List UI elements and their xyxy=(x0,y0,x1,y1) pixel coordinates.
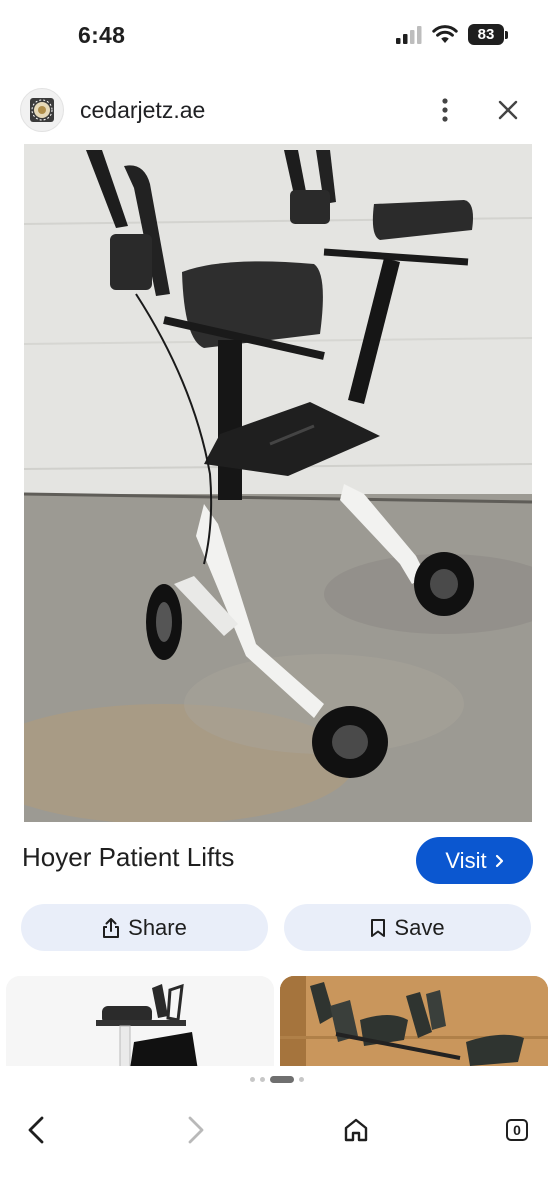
visit-button[interactable]: Visit xyxy=(416,837,533,884)
related-images xyxy=(0,976,554,1066)
status-time: 6:48 xyxy=(78,22,126,48)
back-button[interactable] xyxy=(16,1110,56,1150)
site-favicon[interactable] xyxy=(20,88,64,132)
forward-icon xyxy=(188,1116,204,1144)
save-button[interactable]: Save xyxy=(284,904,531,951)
forward-button[interactable] xyxy=(176,1110,216,1150)
wifi-icon xyxy=(432,25,458,43)
related-image-thumbnail[interactable] xyxy=(280,976,548,1066)
close-icon xyxy=(498,100,518,120)
share-button[interactable]: Share xyxy=(21,904,268,951)
related-image-thumbnail[interactable] xyxy=(6,976,274,1066)
pager-dot-active xyxy=(270,1076,294,1083)
save-label: Save xyxy=(394,914,445,940)
main-product-image[interactable] xyxy=(24,144,532,822)
battery-level: 83 xyxy=(468,24,504,45)
visit-label: Visit xyxy=(445,847,487,873)
tab-count: 0 xyxy=(513,1122,521,1138)
site-name[interactable]: cedarjetz.ae xyxy=(80,97,205,124)
more-vert-icon xyxy=(442,98,448,122)
pager-dot xyxy=(299,1077,304,1082)
image-pager xyxy=(0,1076,554,1083)
cellular-signal-icon xyxy=(396,25,422,44)
battery-icon: 83 xyxy=(468,24,508,45)
bookmark-icon xyxy=(371,918,386,937)
tabs-icon: 0 xyxy=(506,1119,528,1141)
close-button[interactable] xyxy=(492,94,524,126)
home-icon xyxy=(344,1118,368,1142)
browser-bottom-bar: 0 xyxy=(0,1096,554,1200)
more-options-button[interactable] xyxy=(430,94,460,126)
pager-dot xyxy=(260,1077,265,1082)
tabs-button[interactable]: 0 xyxy=(497,1110,537,1150)
result-title: Hoyer Patient Lifts xyxy=(22,842,235,872)
site-header: cedarjetz.ae xyxy=(0,82,554,138)
chevron-right-icon xyxy=(495,854,503,867)
share-label: Share xyxy=(128,914,187,940)
share-icon xyxy=(103,917,120,938)
walker-photo xyxy=(24,144,532,822)
pager-dot xyxy=(250,1077,255,1082)
back-icon xyxy=(28,1116,44,1144)
status-icons: 83 xyxy=(396,24,508,45)
status-bar: 6:48 83 xyxy=(0,0,554,72)
home-button[interactable] xyxy=(336,1110,376,1150)
